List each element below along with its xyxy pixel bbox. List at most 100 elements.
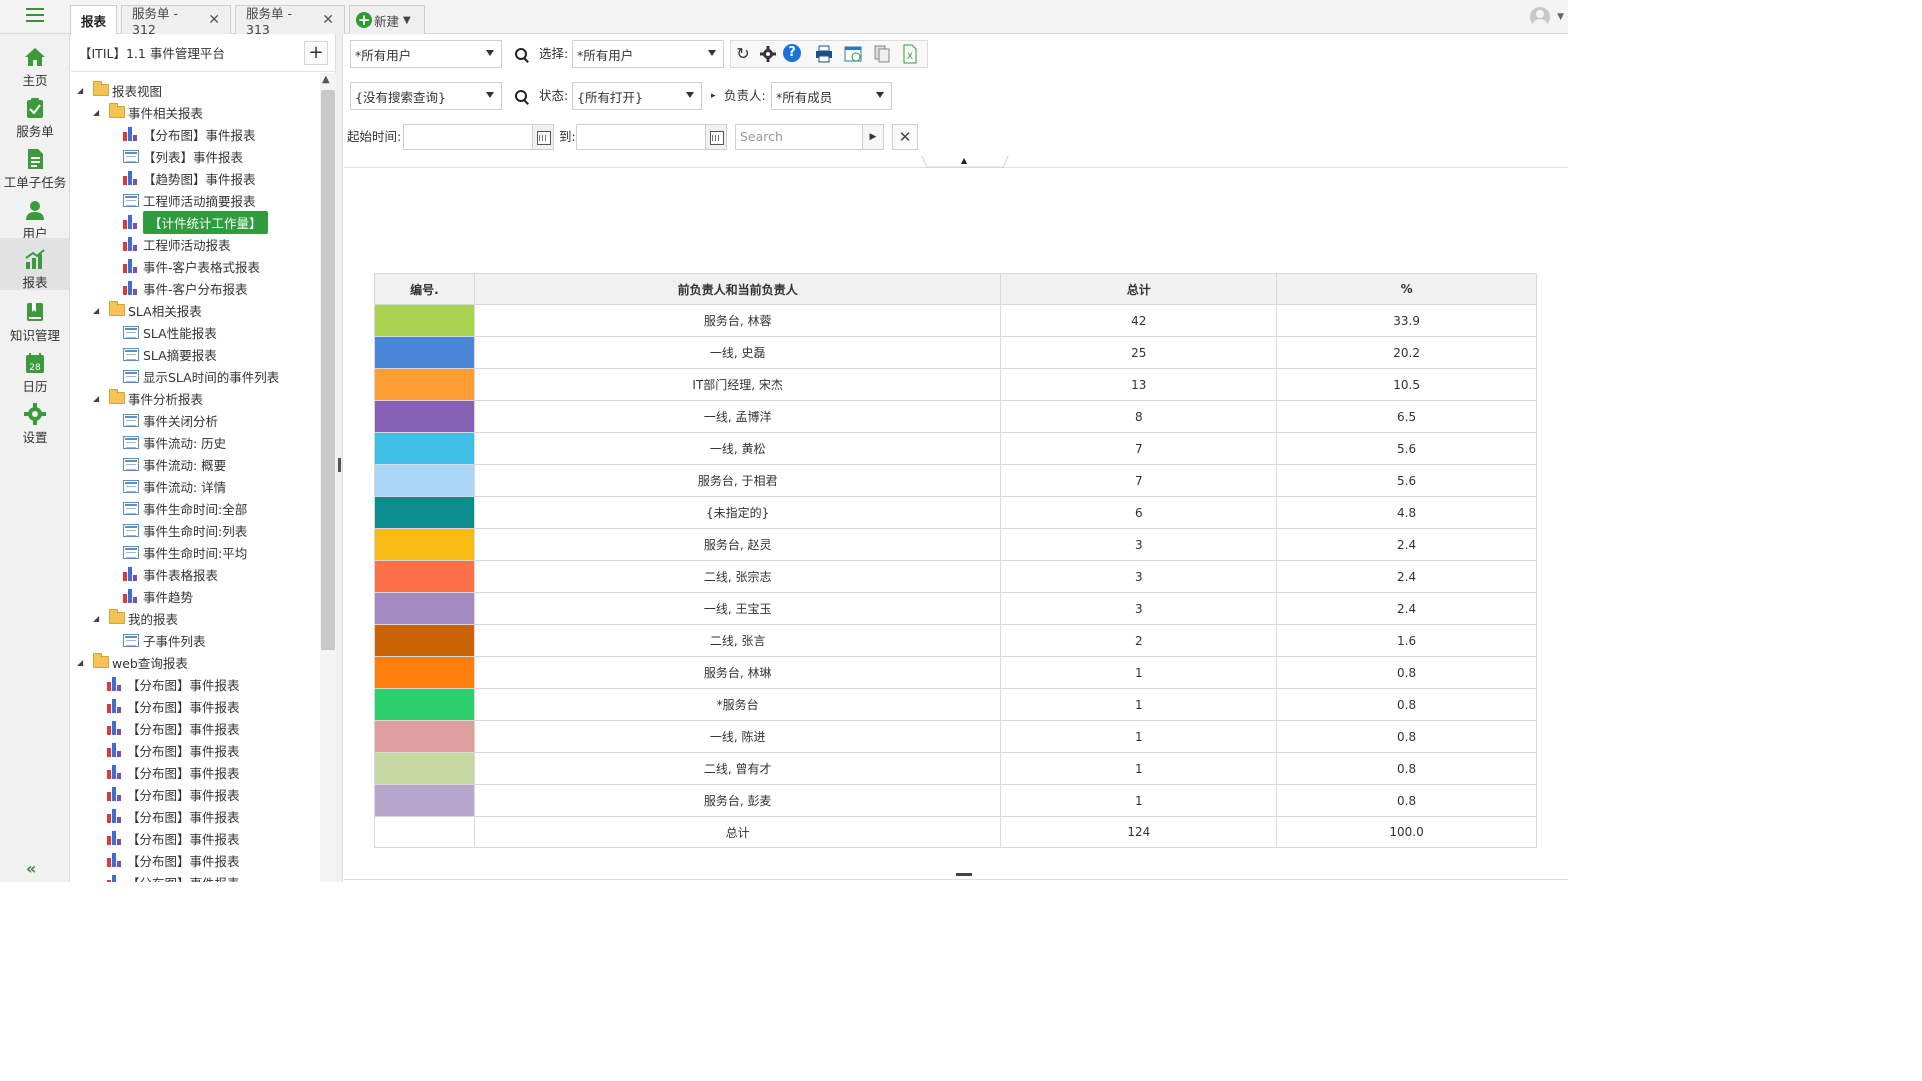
tree-item[interactable]: ◢ 报表视图 (77, 79, 162, 101)
splitter-grip[interactable] (338, 458, 341, 472)
tree-item[interactable]: 事件流动: 概要 (123, 453, 226, 475)
tab-reports[interactable]: 报表 (70, 5, 118, 35)
tree-item[interactable]: 工程师活动报表 (123, 233, 231, 255)
table-row[interactable]: 服务台, 于相君 7 5.6 (374, 464, 1537, 497)
gear-icon[interactable] (758, 44, 778, 64)
nav-reports[interactable]: 报表 (0, 238, 70, 290)
table-row[interactable]: 一线, 史磊 25 20.2 (374, 336, 1537, 369)
tree-item[interactable]: 【分布图】事件报表 (107, 717, 240, 739)
tree-item[interactable]: 工程师活动摘要报表 (123, 189, 256, 211)
tree-item[interactable]: 子事件列表 (123, 629, 206, 651)
nav-calendar[interactable]: 28 日历 (0, 346, 70, 397)
tree-item[interactable]: 【分布图】事件报表 (107, 871, 240, 882)
nav-users[interactable]: 用户 (0, 193, 70, 244)
tree-item[interactable]: ◢ SLA相关报表 (93, 299, 202, 321)
table-row[interactable]: *服务台 1 0.8 (374, 688, 1537, 721)
tree-item[interactable]: 事件-客户表格式报表 (123, 255, 260, 277)
tree-item[interactable]: 【分布图】事件报表 (107, 761, 240, 783)
column-header[interactable]: 总计 (1000, 273, 1278, 305)
search-icon[interactable] (515, 48, 529, 62)
saved-query-select[interactable]: {没有搜索查询} (350, 82, 502, 110)
status-select[interactable]: {所有打开} (572, 82, 702, 110)
tree-item[interactable]: 事件生命时间:列表 (123, 519, 247, 541)
user-scope-select[interactable]: *所有用户 (350, 40, 502, 68)
collapse-filter-toggle[interactable]: ▲ (924, 156, 1006, 168)
table-row[interactable]: 服务台, 林蓉 42 33.9 (374, 304, 1537, 337)
end-date-input[interactable] (576, 124, 706, 150)
caret-down-icon[interactable]: ▼ (1557, 12, 1564, 22)
table-row[interactable]: 一线, 黄松 7 5.6 (374, 432, 1537, 465)
expand-toggle-icon[interactable]: ◢ (77, 658, 87, 667)
tree-item[interactable]: 【分布图】事件报表 (107, 739, 240, 761)
column-header[interactable]: 编号. (374, 273, 475, 305)
expand-toggle-icon[interactable]: ◢ (93, 108, 103, 117)
table-row[interactable]: 一线, 孟博洋 8 6.5 (374, 400, 1537, 433)
nav-service-orders[interactable]: 服务单 (0, 91, 70, 142)
new-tab-button[interactable]: + 新建 ▼ (349, 5, 425, 34)
tree-item[interactable]: SLA性能报表 (123, 321, 217, 343)
table-row[interactable]: 一线, 陈进 1 0.8 (374, 720, 1537, 753)
tree-item[interactable]: 【计件统计工作量】 (123, 210, 268, 234)
table-row[interactable]: 服务台, 林琳 1 0.8 (374, 656, 1537, 689)
tab-service-313[interactable]: 服务单 - 313 ✕ (235, 5, 345, 37)
table-row[interactable]: {未指定的} 6 4.8 (374, 496, 1537, 529)
expand-toggle-icon[interactable]: ◢ (93, 394, 103, 403)
help-icon[interactable]: ? (783, 44, 801, 62)
tree-item[interactable]: 【分布图】事件报表 (123, 123, 256, 145)
avatar[interactable] (1530, 7, 1550, 27)
collapse-nav-icon[interactable]: « (26, 859, 36, 878)
tree-item[interactable]: 【分布图】事件报表 (107, 849, 240, 871)
table-row[interactable]: 服务台, 彭麦 1 0.8 (374, 784, 1537, 817)
tree-item[interactable]: 事件表格报表 (123, 563, 218, 585)
start-date-input[interactable] (403, 124, 533, 150)
owner-select[interactable]: *所有成员 (771, 82, 892, 110)
schedule-icon[interactable] (843, 44, 863, 64)
close-icon[interactable]: ✕ (208, 12, 220, 28)
tree-item[interactable]: ◢ web查询报表 (77, 651, 188, 673)
print-icon[interactable] (814, 44, 834, 64)
calendar-picker-icon[interactable] (705, 124, 727, 150)
tree-item[interactable]: 事件生命时间:平均 (123, 541, 247, 563)
tree-item[interactable]: 【分布图】事件报表 (107, 695, 240, 717)
tree-item[interactable]: 【分布图】事件报表 (107, 673, 240, 695)
tree-item[interactable]: 【趋势图】事件报表 (123, 167, 256, 189)
table-row[interactable]: 二线, 张宗志 3 2.4 (374, 560, 1537, 593)
column-header[interactable]: 前负责人和当前负责人 (473, 273, 1002, 305)
scroll-up-icon[interactable]: ▲ (322, 74, 330, 85)
calendar-picker-icon[interactable] (532, 124, 554, 150)
nav-subtasks[interactable]: 工单子任务 (0, 142, 70, 193)
tree-item[interactable]: 事件趋势 (123, 585, 193, 607)
add-report-button[interactable]: + (304, 41, 328, 65)
tree-item[interactable]: 显示SLA时间的事件列表 (123, 365, 279, 387)
table-row[interactable]: IT部门经理, 宋杰 13 10.5 (374, 368, 1537, 401)
tree-item[interactable]: 事件流动: 历史 (123, 431, 226, 453)
table-row[interactable]: 二线, 曾有才 1 0.8 (374, 752, 1537, 785)
search-input[interactable]: Search (735, 124, 863, 150)
tree-item[interactable]: 【列表】事件报表 (123, 145, 243, 167)
choose-select[interactable]: *所有用户 (572, 40, 724, 68)
tree-item[interactable]: 事件生命时间:全部 (123, 497, 247, 519)
export-excel-icon[interactable]: X (900, 44, 920, 64)
tree-item[interactable]: 事件流动: 详情 (123, 475, 226, 497)
nav-settings[interactable]: 设置 (0, 397, 70, 448)
search-go-button[interactable]: ▶ (862, 124, 884, 150)
panel-splitter[interactable] (336, 34, 343, 882)
expand-toggle-icon[interactable]: ◢ (93, 306, 103, 315)
table-row[interactable]: 二线, 张言 2 1.6 (374, 624, 1537, 657)
tree-item[interactable]: 【分布图】事件报表 (107, 805, 240, 827)
table-row[interactable]: 服务台, 赵灵 3 2.4 (374, 528, 1537, 561)
expand-toggle-icon[interactable]: ◢ (77, 86, 87, 95)
tree-item[interactable]: SLA摘要报表 (123, 343, 217, 365)
tree-item[interactable]: 【分布图】事件报表 (107, 827, 240, 849)
tree-item[interactable]: 【分布图】事件报表 (107, 783, 240, 805)
table-row[interactable]: 一线, 王宝玉 3 2.4 (374, 592, 1537, 625)
menu-icon[interactable] (26, 8, 44, 22)
tab-service-312[interactable]: 服务单 - 312 ✕ (121, 5, 231, 37)
search-icon[interactable] (515, 90, 529, 104)
clear-filter-button[interactable]: ✕ (892, 124, 918, 150)
column-header[interactable]: % (1276, 273, 1537, 305)
nav-home[interactable]: 主页 (0, 40, 70, 91)
close-icon[interactable]: ✕ (322, 12, 334, 28)
tree-item[interactable]: 事件关闭分析 (123, 409, 218, 431)
expand-toggle-icon[interactable]: ◢ (93, 614, 103, 623)
